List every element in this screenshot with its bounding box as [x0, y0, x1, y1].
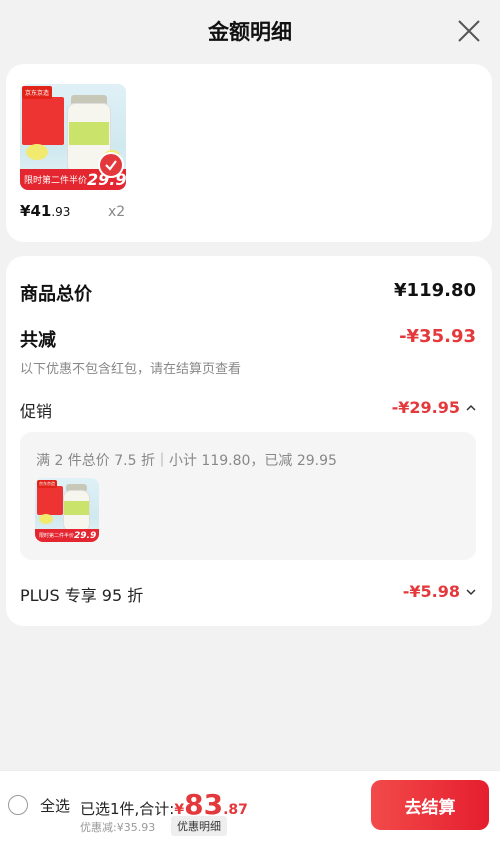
check-icon: [105, 160, 117, 171]
brand-tag: 京东京造: [37, 480, 57, 488]
item-quantity: x2: [108, 204, 126, 220]
promotion-description: 满 2 件总价 7.5 折｜小计 119.80，已减 29.95: [36, 453, 337, 469]
amount-details-card: 商品总价 ¥119.80 共减 -¥35.93 以下优惠不包含红包，请在结算页查…: [6, 256, 492, 626]
selected-text: 已选1件,合计:: [80, 800, 175, 818]
lemon-image: [26, 144, 48, 160]
promo-text: 限时第二件半价: [39, 533, 75, 540]
promo-price: 29.9: [74, 530, 97, 541]
checkout-button[interactable]: 去结算: [371, 780, 489, 830]
total-label: 商品总价: [20, 284, 92, 305]
discount-note: 以下优惠不包含红包，请在结算页查看: [20, 362, 242, 377]
plus-discount-toggle[interactable]: -¥5.98: [403, 582, 476, 601]
package-panel: [37, 485, 63, 516]
promotion-toggle[interactable]: -¥29.95: [392, 398, 476, 417]
select-all-label[interactable]: 全选: [40, 795, 70, 816]
promotion-value: -¥29.95: [391, 398, 460, 417]
promo-text: 限时第二件半价: [24, 175, 88, 186]
total-value: ¥119.80: [394, 280, 476, 301]
discount-value: -¥35.93: [399, 326, 476, 347]
chevron-down-icon: [466, 588, 476, 595]
plus-discount-value: -¥5.98: [402, 582, 460, 601]
item-selected-checkbox[interactable]: [98, 152, 124, 178]
close-icon: [458, 20, 480, 42]
bottle-label: [64, 501, 89, 516]
page-title: 金额明细: [208, 20, 292, 44]
promotion-product-thumbnail[interactable]: 京东京造 限时第二件半价 29.9: [35, 478, 99, 542]
sum-integer: 83: [184, 788, 224, 821]
lemon-image: [39, 514, 53, 524]
discount-label: 共减: [20, 330, 56, 351]
selected-summary: 已选1件,合计: ¥ 83 .87: [80, 791, 248, 819]
promotion-label: 促销: [20, 402, 53, 421]
discount-detail-button[interactable]: 优惠明细: [171, 816, 227, 836]
close-button[interactable]: [456, 18, 482, 44]
item-price: ¥41.93: [20, 202, 70, 220]
plus-discount-label: PLUS 专享 95 折: [20, 586, 144, 605]
package-panel: [22, 96, 65, 146]
sum-decimal: .87: [223, 802, 248, 818]
selected-items-card: 京东京造 限时第二件半价 29.9 ¥41.93 x2: [6, 64, 492, 242]
promo-bar: 限时第二件半价 29.9: [35, 529, 99, 542]
brand-tag: 京东京造: [22, 86, 53, 99]
select-all-radio[interactable]: [8, 795, 28, 815]
saved-amount: 优惠减:¥35.93: [80, 821, 156, 834]
chevron-up-icon: [466, 404, 476, 411]
price-integer: 41: [30, 202, 52, 220]
bottle-label: [68, 122, 110, 146]
price-decimal: .93: [51, 205, 71, 219]
header: 金额明细: [0, 0, 500, 62]
price-symbol: ¥: [20, 202, 31, 220]
checkout-bar: 全选 已选1件,合计: ¥ 83 .87 优惠减:¥35.93 优惠明细 去结算: [0, 770, 500, 841]
